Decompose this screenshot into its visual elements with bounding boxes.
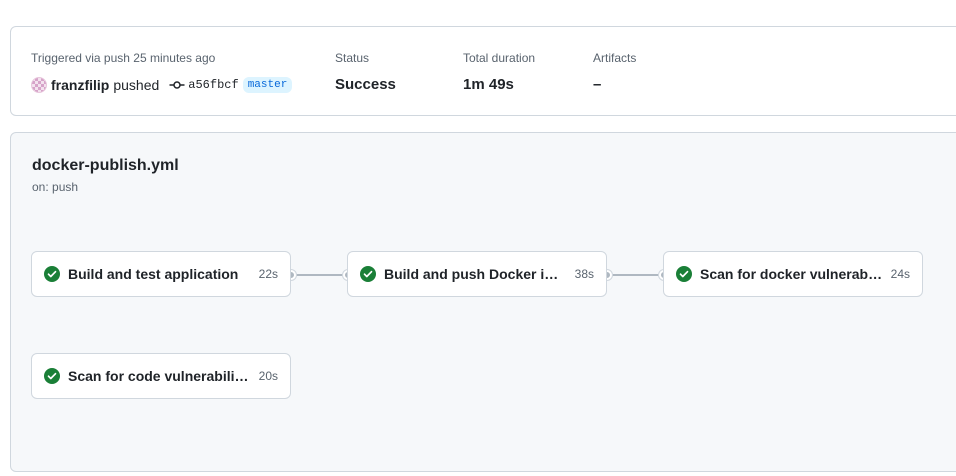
trigger-text: Triggered via push 25 minutes ago [31,51,216,65]
trigger-info: Triggered via push 25 minutes ago franzf… [31,50,293,95]
actor-link[interactable]: franzfilip [51,77,109,93]
job-duration: 20s [258,369,278,383]
workflow-file-title[interactable]: docker-publish.yml [32,157,179,175]
job-duration: 22s [258,267,278,281]
job-name: Build and push Docker image [384,266,569,282]
trigger-row: franzfilip pushed a56fbcf master [31,75,293,95]
artifacts-column: Artifacts – [593,50,636,95]
duration-value: 1m 49s [463,76,514,93]
status-value: Success [335,76,396,93]
job-name: Build and test application [68,266,239,282]
connector-line [291,274,349,276]
commit-sha-link[interactable]: a56fbcf [188,78,238,92]
connector-line [607,274,665,276]
job-scan-docker[interactable]: Scan for docker vulnerabilit... 24s [663,251,923,297]
run-summary-card: Triggered via push 25 minutes ago franzf… [10,26,956,116]
branch-badge[interactable]: master [242,77,293,93]
job-duration: 24s [890,267,910,281]
artifacts-label: Artifacts [593,51,637,65]
job-build-and-test[interactable]: Build and test application 22s [31,251,291,297]
check-circle-fill-icon [360,266,376,282]
check-circle-fill-icon [44,368,60,384]
avatar[interactable] [31,77,47,93]
status-label: Status [335,51,370,65]
duration-label: Total duration [463,51,536,65]
duration-column: Total duration 1m 49s [463,50,535,95]
check-circle-fill-icon [44,266,60,282]
job-name: Scan for code vulnerabilities [68,368,253,384]
check-circle-fill-icon [676,266,692,282]
workflow-graph: docker-publish.yml on: push Build and te… [10,132,956,472]
git-commit-icon [169,77,185,93]
artifacts-value: – [593,76,602,93]
trigger-action: pushed [113,77,160,93]
workflow-trigger: on: push [32,180,79,194]
job-name: Scan for docker vulnerabilit... [700,266,885,282]
job-scan-code[interactable]: Scan for code vulnerabilities 20s [31,353,291,399]
status-column: Status Success [335,50,396,95]
job-duration: 38s [574,267,594,281]
job-build-and-push[interactable]: Build and push Docker image 38s [347,251,607,297]
